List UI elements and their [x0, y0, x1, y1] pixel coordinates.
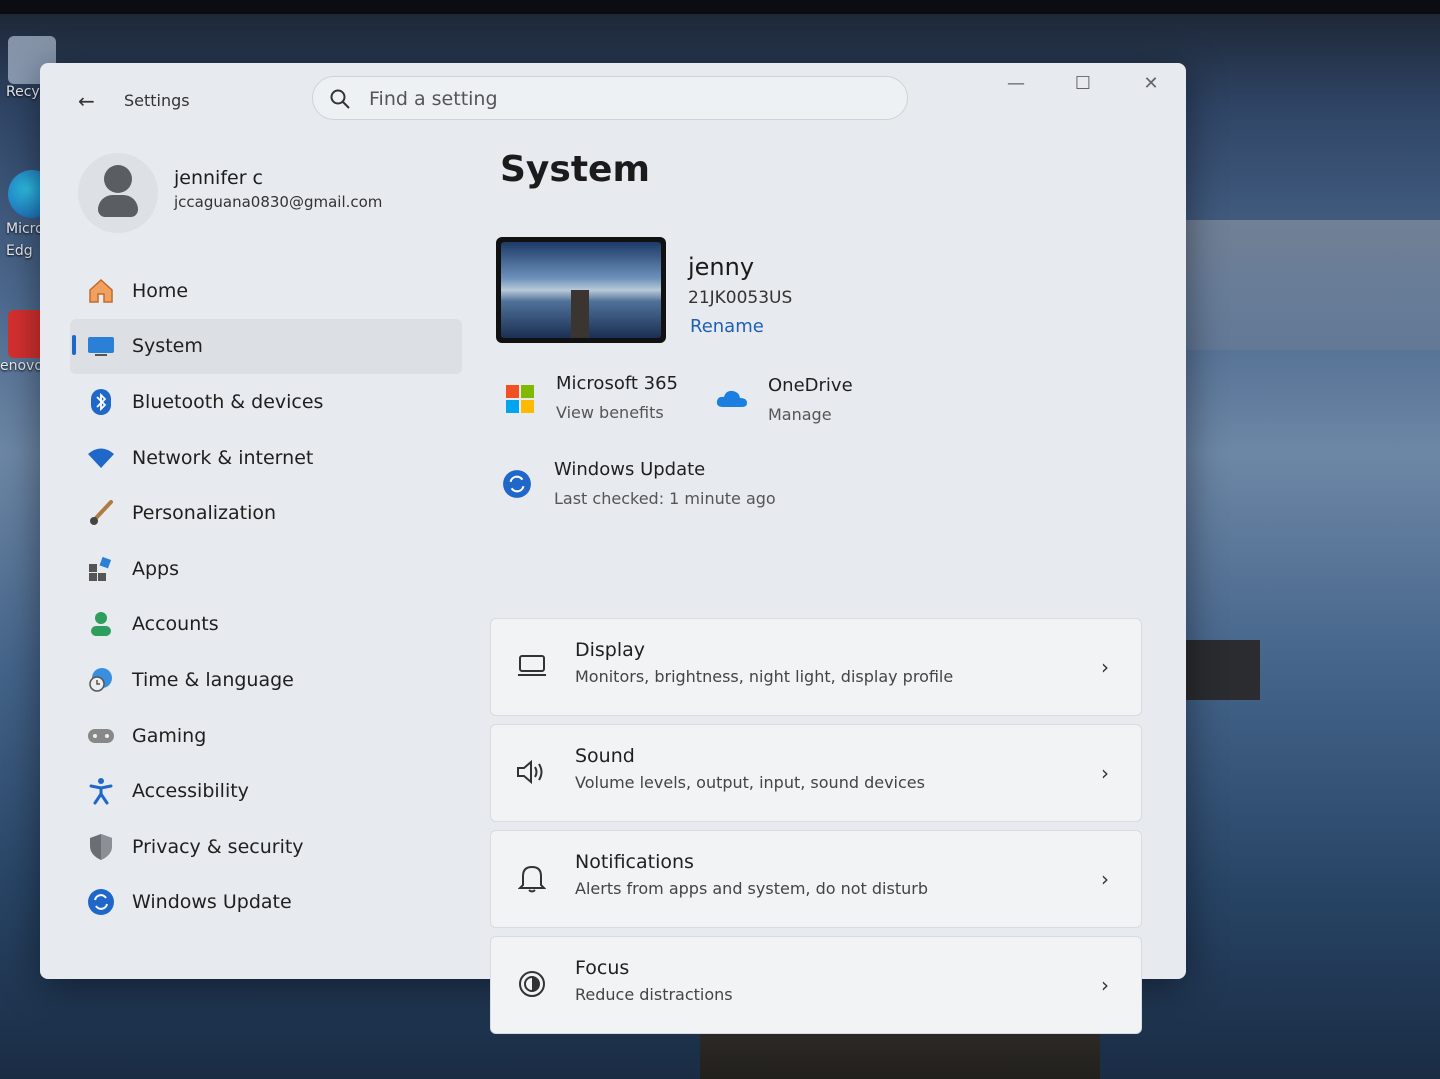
- sidebar-item-label: Accounts: [132, 613, 219, 636]
- back-button[interactable]: ←: [78, 89, 95, 113]
- wallpaper-preview: [501, 242, 661, 338]
- sidebar-item-privacy[interactable]: Privacy & security: [70, 819, 462, 875]
- bluetooth-icon: [86, 387, 116, 417]
- sidebar-item-label: Apps: [132, 557, 180, 580]
- wallpaper-horizon: [1180, 220, 1440, 350]
- sidebar-item-label: Time & language: [132, 668, 294, 691]
- minimize-button[interactable]: —: [985, 73, 1047, 99]
- accessibility-icon: [86, 776, 116, 806]
- globe-clock-icon: [86, 665, 116, 695]
- sidebar-item-label: Windows Update: [132, 891, 292, 914]
- settings-window: ← Settings Find a setting — ☐ ✕ jennifer…: [40, 63, 1186, 1034]
- focus-icon: [515, 967, 549, 1001]
- system-icon: [86, 331, 116, 361]
- sidebar-item-gaming[interactable]: Gaming: [70, 708, 462, 764]
- card-subtitle: Monitors, brightness, night light, displ…: [575, 667, 954, 686]
- arrow-left-icon: ←: [78, 89, 95, 113]
- title-bar: ← Settings Find a setting — ☐ ✕: [40, 63, 1186, 135]
- sidebar-item-label: Home: [132, 279, 189, 302]
- sidebar-item-apps[interactable]: Apps: [70, 541, 462, 597]
- card-subtitle: Reduce distractions: [575, 985, 733, 1004]
- card-title: Display: [575, 639, 646, 661]
- microsoft-logo-icon: [506, 385, 534, 413]
- sidebar-item-home[interactable]: Home: [70, 263, 462, 319]
- user-email: jccaguana0830@gmail.com: [174, 193, 383, 211]
- focus-card[interactable]: Focus Reduce distractions ›: [490, 936, 1142, 1034]
- windows-update-title: Windows Update: [554, 459, 706, 480]
- sidebar-item-bluetooth[interactable]: Bluetooth & devices: [70, 374, 462, 430]
- card-subtitle: Alerts from apps and system, do not dist…: [575, 879, 928, 898]
- update-icon: [503, 470, 531, 498]
- sidebar-item-windows-update[interactable]: Windows Update: [70, 875, 462, 931]
- m365-title: Microsoft 365: [556, 373, 678, 394]
- sidebar-item-label: Network & internet: [132, 446, 314, 469]
- accounts-icon: [86, 609, 116, 639]
- apps-icon: [86, 554, 116, 584]
- onedrive-cloud-icon: [716, 390, 747, 407]
- sidebar-item-system[interactable]: System: [70, 318, 462, 375]
- search-icon: [330, 89, 350, 109]
- speaker-icon: [515, 755, 549, 789]
- windows-update-subtitle: Last checked: 1 minute ago: [554, 489, 776, 508]
- chevron-right-icon: ›: [1101, 655, 1109, 679]
- user-name: jennifer c: [174, 167, 264, 189]
- avatar: [78, 153, 158, 233]
- sidebar-item-accessibility[interactable]: Accessibility: [70, 763, 462, 819]
- app-title: Settings: [124, 91, 190, 110]
- update-icon: [86, 887, 116, 917]
- device-thumbnail: [496, 237, 666, 343]
- wifi-icon: [86, 443, 116, 473]
- search-input[interactable]: Find a setting: [312, 76, 908, 120]
- page-title: System: [500, 149, 650, 190]
- sound-card[interactable]: Sound Volume levels, output, input, soun…: [490, 724, 1142, 822]
- display-card[interactable]: Display Monitors, brightness, night ligh…: [490, 618, 1142, 716]
- sidebar-item-label: System: [132, 335, 203, 358]
- onedrive-subtitle: Manage: [768, 405, 832, 424]
- search-placeholder: Find a setting: [369, 88, 498, 110]
- card-title: Sound: [575, 745, 635, 767]
- device-model: 21JK0053US: [688, 288, 793, 308]
- sidebar-item-accounts[interactable]: Accounts: [70, 597, 462, 653]
- sidebar-nav: Home System Bluetooth & devices Network …: [70, 263, 462, 930]
- m365-subtitle: View benefits: [556, 403, 664, 422]
- card-title: Notifications: [575, 851, 694, 873]
- sidebar-item-time-language[interactable]: Time & language: [70, 652, 462, 708]
- settings-cards: Display Monitors, brightness, night ligh…: [490, 618, 1142, 1042]
- notifications-card[interactable]: Notifications Alerts from apps and syste…: [490, 830, 1142, 928]
- sidebar-item-label: Accessibility: [132, 780, 249, 803]
- chevron-right-icon: ›: [1101, 761, 1109, 785]
- brush-icon: [86, 498, 116, 528]
- sidebar-item-label: Privacy & security: [132, 835, 304, 858]
- display-icon: [515, 649, 549, 683]
- maximize-button[interactable]: ☐: [1052, 73, 1114, 99]
- gamepad-icon: [86, 721, 116, 751]
- bell-icon: [515, 861, 549, 895]
- card-title: Focus: [575, 957, 630, 979]
- card-subtitle: Volume levels, output, input, sound devi…: [575, 773, 925, 792]
- sidebar-item-personalization[interactable]: Personalization: [70, 485, 462, 541]
- rename-link[interactable]: Rename: [690, 316, 764, 337]
- wallpaper-pier-side: [1176, 640, 1260, 700]
- sidebar-item-network[interactable]: Network & internet: [70, 430, 462, 486]
- chevron-right-icon: ›: [1101, 973, 1109, 997]
- monitor-bezel: [0, 0, 1440, 14]
- close-button[interactable]: ✕: [1120, 73, 1182, 99]
- home-icon: [86, 276, 116, 306]
- sidebar-item-label: Bluetooth & devices: [132, 390, 324, 413]
- chevron-right-icon: ›: [1101, 867, 1109, 891]
- shield-icon: [86, 832, 116, 862]
- sidebar-item-label: Gaming: [132, 724, 207, 747]
- sidebar-item-label: Personalization: [132, 502, 277, 525]
- onedrive-title: OneDrive: [768, 375, 853, 396]
- device-name: jenny: [688, 253, 755, 281]
